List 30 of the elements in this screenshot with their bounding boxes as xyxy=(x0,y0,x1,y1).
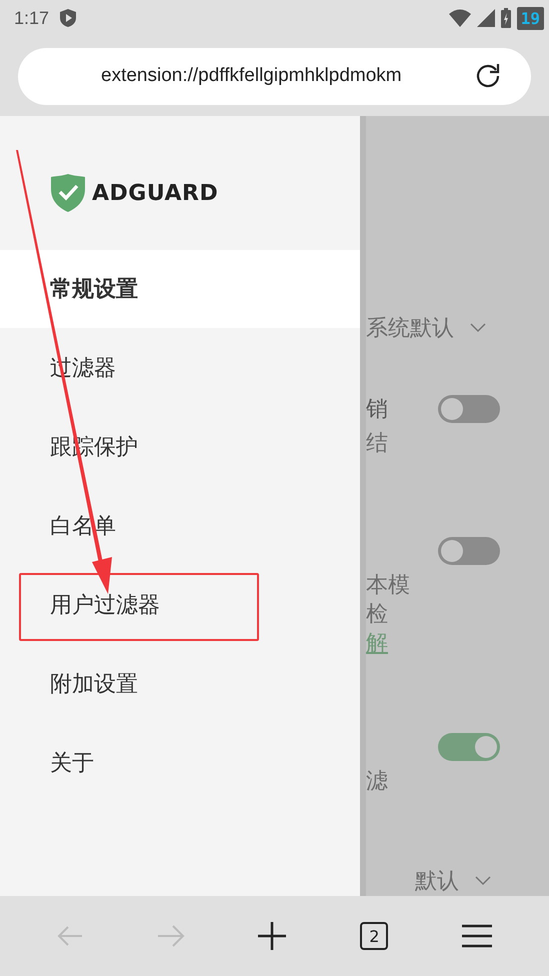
logo-text: ADGUARD xyxy=(92,180,218,206)
menu-item[interactable]: 用户过滤器 xyxy=(0,565,360,644)
menu-item[interactable]: 关于 xyxy=(0,723,360,802)
address-bar[interactable]: extension://pdffkfellgipmhklpdmokm xyxy=(18,48,531,104)
toggle-switch[interactable] xyxy=(438,395,500,423)
menu-item[interactable]: 常规设置 xyxy=(0,250,360,328)
shield-check-icon xyxy=(50,173,86,213)
clock-time: 1:17 xyxy=(14,8,50,28)
forward-arrow-icon[interactable] xyxy=(156,924,185,948)
back-arrow-icon[interactable] xyxy=(56,925,83,947)
signal-icon xyxy=(476,9,495,27)
reload-icon[interactable] xyxy=(474,62,502,90)
toggle-switch[interactable] xyxy=(438,537,500,565)
toggle-switch[interactable] xyxy=(438,733,500,761)
chevron-down-icon xyxy=(475,876,491,886)
setting-description: 本模 xyxy=(366,572,411,600)
setting-description: 检 xyxy=(366,601,389,629)
plus-icon[interactable] xyxy=(258,922,286,950)
chevron-down-icon xyxy=(470,323,486,333)
wifi-icon xyxy=(448,9,471,27)
setting-title: 销 xyxy=(366,396,389,424)
setting-description: 结 xyxy=(366,430,389,458)
setting-description: 滤 xyxy=(366,768,389,796)
tab-count-button[interactable]: 2 xyxy=(360,922,388,950)
shield-play-icon xyxy=(59,8,78,28)
menu-icon[interactable] xyxy=(462,924,492,948)
notification-badge: 19 xyxy=(516,6,544,30)
battery-icon xyxy=(500,8,511,28)
menu-item[interactable]: 附加设置 xyxy=(0,644,360,723)
menu-item[interactable]: 白名单 xyxy=(0,486,360,565)
